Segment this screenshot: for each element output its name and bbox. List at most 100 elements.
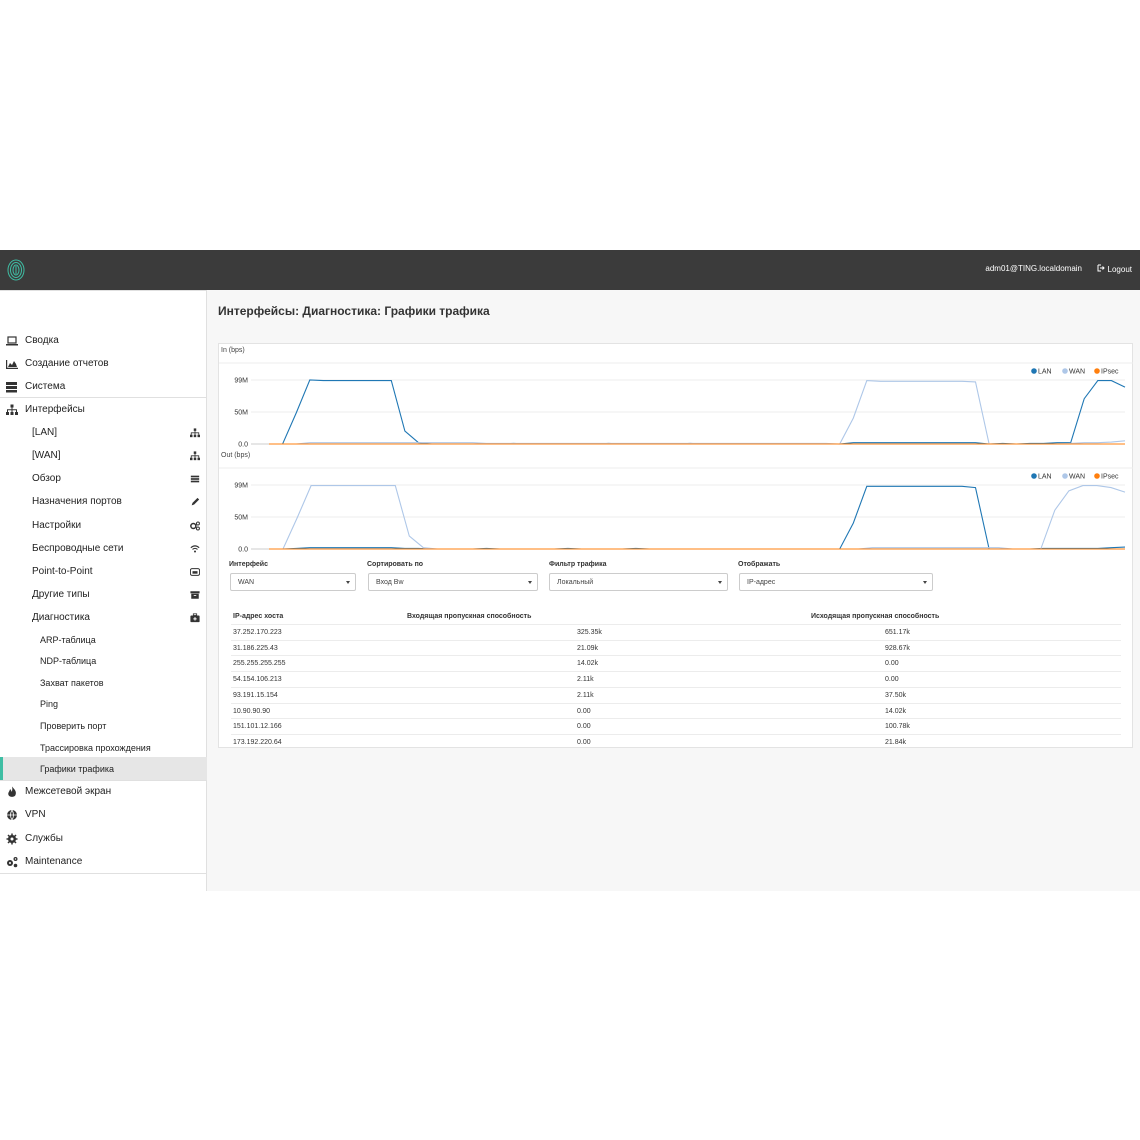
legend-item[interactable]: IPsec	[1094, 473, 1119, 481]
host-cell: 151.101.12.166	[233, 723, 282, 731]
y-tick-label: 99M	[234, 378, 248, 385]
out-bw-cell: 37.50k	[885, 691, 907, 699]
user-name[interactable]: adm01@TING.localdomain	[985, 264, 1082, 273]
table-row: 255.255.255.255 14.02k 0.00	[231, 655, 1121, 671]
sidebar-divider	[0, 780, 207, 781]
legend-item[interactable]: LAN	[1031, 473, 1052, 481]
sidebar-item-label: Point-to-Point	[32, 566, 93, 577]
sidebar-item[interactable]: Настройки	[0, 514, 207, 537]
sidebar: Сводка Создание отчетов Система Интерфейсы […	[0, 290, 207, 891]
host-cell: 173.192.220.64	[233, 738, 282, 746]
in-bw-cell: 0.00	[577, 738, 591, 746]
in-bw-cell: 0.00	[577, 723, 591, 731]
filter-label-sort: Сортировать по	[367, 561, 424, 568]
sidebar-item-label: Межсетевой экран	[25, 786, 112, 797]
sidebar-item[interactable]: Трассировка прохождения	[0, 736, 207, 759]
sort-select[interactable]: Вход Bw	[368, 573, 538, 591]
wifi-icon	[189, 543, 201, 555]
phone-icon	[189, 566, 201, 578]
sidebar-item[interactable]: Межсетевой экран	[0, 780, 207, 803]
out-bw-cell: 21.84k	[885, 738, 907, 746]
sidebar-item[interactable]: Графики трафика	[0, 757, 207, 780]
in-bw-cell: 21.09k	[577, 644, 599, 652]
y-tick-label: 99M	[234, 483, 248, 490]
sidebar-item-label: [WAN]	[32, 450, 61, 461]
display-select[interactable]: IP-адрес	[739, 573, 933, 591]
sidebar-item-label: Трассировка прохождения	[40, 742, 151, 753]
legend-dot-icon	[1062, 473, 1068, 479]
host-cell: 54.154.106.213	[233, 676, 282, 684]
legend-label: WAN	[1069, 474, 1085, 481]
out-bw-cell: 100.78k	[885, 723, 910, 731]
legend-label: WAN	[1069, 369, 1085, 376]
traffic-filter-select[interactable]: Локальный	[549, 573, 728, 591]
sidebar-item[interactable]: Point-to-Point	[0, 560, 207, 583]
legend-item[interactable]: WAN	[1062, 473, 1085, 481]
sidebar-item[interactable]: Сводка	[0, 329, 207, 352]
legend-item[interactable]: LAN	[1031, 368, 1052, 376]
sidebar-divider	[0, 397, 207, 398]
sidebar-item[interactable]: Беспроводные сети	[0, 537, 207, 560]
sidebar-divider	[0, 873, 207, 874]
col-out: Исходящая пропускная способность	[811, 613, 940, 620]
page-title: Интерфейсы: Диагностика: Графики трафика	[218, 304, 490, 318]
sidebar-item-label: Захват пакетов	[40, 677, 104, 688]
legend-item[interactable]: WAN	[1062, 368, 1085, 376]
sidebar-item[interactable]: Службы	[0, 827, 207, 850]
out-bw-cell: 928.67k	[885, 644, 910, 652]
medkit-icon	[189, 612, 201, 624]
sidebar-item-label: Создание отчетов	[25, 358, 109, 369]
sidebar-item[interactable]: Другие типы	[0, 583, 207, 606]
sidebar-item[interactable]: Проверить порт	[0, 714, 207, 737]
filter-label-display: Отображать	[738, 561, 781, 568]
legend-dot-icon	[1062, 368, 1068, 374]
sidebar-item[interactable]: Назначения портов	[0, 490, 207, 513]
legend-dot-icon	[1031, 368, 1037, 374]
traffic-panel: In (bps) 99M 50M 0.0 LAN WAN IPsec Out (bps) …	[218, 343, 1133, 748]
interface-select[interactable]: WAN	[230, 573, 356, 591]
top-bar: adm01@TING.localdomain Logout	[0, 250, 1140, 290]
in-bw-cell: 0.00	[577, 707, 591, 715]
display-select-value: IP-адрес	[747, 578, 776, 586]
sidebar-item[interactable]: [LAN]	[0, 421, 207, 444]
sidebar-item[interactable]: Система	[0, 375, 207, 398]
sidebar-item[interactable]: ARP-таблица	[0, 628, 207, 651]
table-row: 10.90.90.90 0.00 14.02k	[231, 702, 1121, 719]
sidebar-item[interactable]: NDP-таблица	[0, 649, 207, 672]
legend-item[interactable]: IPsec	[1094, 368, 1119, 376]
area-chart-icon	[6, 358, 18, 370]
sidebar-item[interactable]: Создание отчетов	[0, 352, 207, 375]
caret-down-icon	[718, 581, 722, 584]
table-row: 31.186.225.43 21.09k 928.67k	[231, 639, 1121, 656]
host-cell: 31.186.225.43	[233, 644, 278, 652]
sidebar-item[interactable]: Обзор	[0, 467, 207, 490]
logout-link[interactable]: Logout	[1097, 264, 1132, 274]
table-row: 37.252.170.223 325.35k 651.17k	[231, 624, 1121, 640]
sidebar-item[interactable]: Ping	[0, 692, 207, 715]
filter-label-interface: Интерфейс	[229, 561, 268, 568]
chart-in: 99M 50M 0.0 LAN WAN IPsec	[219, 362, 1133, 449]
sidebar-item-label: Сводка	[25, 335, 59, 346]
chart-in-title: In (bps)	[221, 347, 245, 354]
in-bw-cell: 2.11k	[577, 691, 594, 699]
sort-select-value: Вход Bw	[376, 578, 404, 586]
sidebar-item-label: Обзор	[32, 473, 61, 484]
in-bw-cell: 2.11k	[577, 676, 594, 684]
host-cell: 255.255.255.255	[233, 660, 286, 668]
in-bw-cell: 325.35k	[577, 629, 602, 636]
sidebar-item[interactable]: Диагностика	[0, 606, 207, 629]
sidebar-item[interactable]: [WAN]	[0, 444, 207, 467]
in-bw-cell: 14.02k	[577, 660, 599, 668]
sitemap-icon	[189, 450, 201, 462]
legend-label: IPsec	[1101, 369, 1119, 376]
fingerprint-logo-icon[interactable]	[6, 258, 26, 282]
sidebar-item[interactable]: Захват пакетов	[0, 671, 207, 694]
sidebar-item[interactable]: VPN	[0, 803, 207, 826]
y-tick-label: 0.0	[238, 547, 248, 554]
sidebar-item-label: Настройки	[32, 520, 82, 531]
sidebar-item-label: Система	[25, 381, 66, 392]
sidebar-item[interactable]: Интерфейсы	[0, 398, 207, 421]
fire-icon	[6, 786, 18, 798]
sidebar-item[interactable]: Maintenance	[0, 850, 207, 873]
caret-down-icon	[528, 581, 532, 584]
